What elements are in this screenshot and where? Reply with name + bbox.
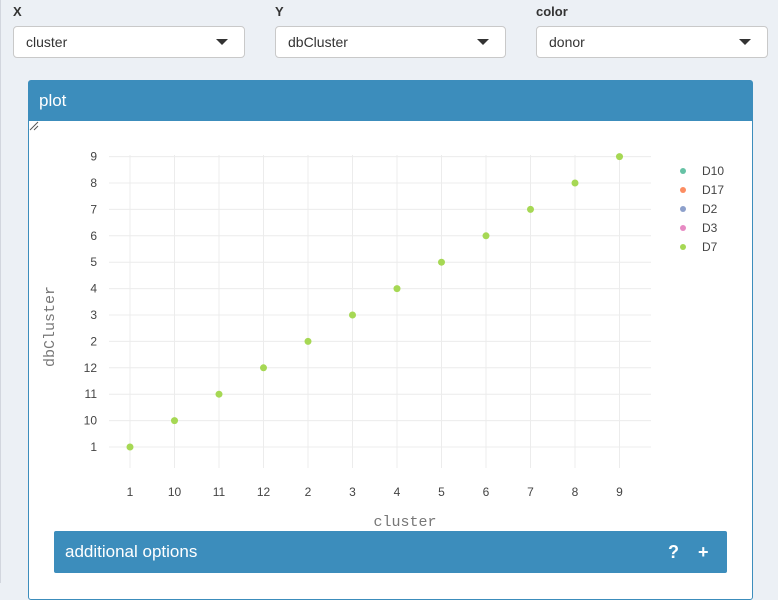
y-select[interactable]: dbCluster bbox=[275, 26, 506, 58]
scatter-chart[interactable]: 1 10 11 12 2 3 4 5 6 7 8 9 1 10 11 12 2 3 4 5 6 7 8 9 cluster dbC… bbox=[29, 121, 752, 531]
x-tick-label: 3 bbox=[349, 485, 356, 499]
x-select-value: cluster bbox=[26, 34, 68, 50]
x-axis-title: cluster bbox=[373, 514, 436, 531]
chevron-down-icon bbox=[739, 39, 751, 45]
y-tick-label: 5 bbox=[90, 255, 97, 269]
color-control: color donor bbox=[536, 4, 768, 58]
chevron-down-icon bbox=[477, 39, 489, 45]
chevron-down-icon bbox=[216, 39, 228, 45]
y-tick-label: 9 bbox=[90, 150, 97, 164]
x-select[interactable]: cluster bbox=[13, 26, 245, 58]
x-tick-label: 11 bbox=[213, 485, 226, 499]
data-point bbox=[349, 311, 356, 319]
color-select[interactable]: donor bbox=[536, 26, 768, 58]
help-button[interactable]: ? bbox=[668, 531, 679, 573]
y-tick-label: 11 bbox=[85, 387, 98, 401]
legend-marker bbox=[680, 168, 686, 174]
color-select-label: color bbox=[536, 4, 568, 19]
x-tick-label: 12 bbox=[257, 485, 271, 499]
y-tick-label: 1 bbox=[90, 440, 97, 454]
y-axis-title: dbCluster bbox=[42, 286, 59, 367]
y-tick-label: 4 bbox=[90, 282, 97, 296]
y-tick-label: 6 bbox=[90, 229, 97, 243]
data-point bbox=[304, 337, 312, 345]
x-tick-label: 6 bbox=[483, 485, 490, 499]
axis-controls: X cluster Y dbCluster color donor bbox=[0, 0, 778, 70]
expand-button[interactable]: + bbox=[698, 531, 709, 573]
y-tick-label: 10 bbox=[84, 414, 98, 428]
plot-area[interactable]: 1 10 11 12 2 3 4 5 6 7 8 9 1 10 11 12 2 3 4 5 6 7 8 9 cluster dbC… bbox=[29, 121, 752, 531]
data-point bbox=[527, 205, 534, 213]
data-point bbox=[571, 179, 579, 187]
data-point bbox=[260, 364, 267, 372]
color-select-value: donor bbox=[549, 34, 585, 50]
legend-label: D10 bbox=[702, 164, 724, 178]
legend-label: D2 bbox=[702, 202, 718, 216]
x-tick-label: 5 bbox=[438, 485, 445, 499]
x-tick-label: 10 bbox=[168, 485, 182, 499]
y-tick-label: 3 bbox=[90, 308, 97, 322]
y-tick-label: 7 bbox=[90, 202, 97, 216]
y-tick-label: 8 bbox=[90, 176, 97, 190]
data-point bbox=[482, 232, 490, 240]
x-tick-label: 8 bbox=[572, 485, 579, 499]
y-control: Y dbCluster bbox=[275, 4, 506, 58]
data-point bbox=[616, 153, 623, 161]
legend-marker bbox=[680, 244, 686, 250]
plot-panel-title: plot bbox=[39, 91, 67, 110]
x-tick-label: 7 bbox=[527, 485, 534, 499]
legend-label: D3 bbox=[702, 221, 718, 235]
data-point bbox=[215, 390, 223, 398]
x-tick-label: 4 bbox=[394, 485, 401, 499]
data-point bbox=[393, 285, 401, 293]
x-tick-label: 2 bbox=[305, 485, 312, 499]
legend-marker bbox=[680, 187, 686, 193]
data-point bbox=[126, 443, 134, 451]
data-point bbox=[438, 258, 445, 266]
data-point bbox=[171, 417, 178, 425]
y-tick-label: 12 bbox=[84, 361, 98, 375]
additional-options-title: additional options bbox=[65, 542, 198, 561]
legend-label: D7 bbox=[702, 240, 718, 254]
y-select-label: Y bbox=[275, 4, 284, 19]
legend-label: D17 bbox=[702, 183, 724, 197]
resize-handle-icon[interactable] bbox=[29, 121, 39, 131]
x-control: X cluster bbox=[13, 4, 245, 58]
x-tick-label: 9 bbox=[616, 485, 623, 499]
plot-panel: plot 1 10 11 12 2 3 4 5 6 7 8 9 1 10 11 12 2 3 4 5 6 7 8 9 clust… bbox=[28, 80, 753, 600]
x-select-label: X bbox=[13, 4, 22, 19]
x-tick-label: 1 bbox=[127, 485, 134, 499]
legend-marker bbox=[680, 225, 686, 231]
y-tick-label: 2 bbox=[90, 334, 97, 348]
additional-options-panel[interactable]: additional options ? + bbox=[54, 531, 727, 573]
plot-panel-header[interactable]: plot bbox=[29, 81, 752, 121]
y-select-value: dbCluster bbox=[288, 34, 348, 50]
page-left-border bbox=[0, 0, 1, 583]
legend-marker bbox=[680, 206, 686, 212]
